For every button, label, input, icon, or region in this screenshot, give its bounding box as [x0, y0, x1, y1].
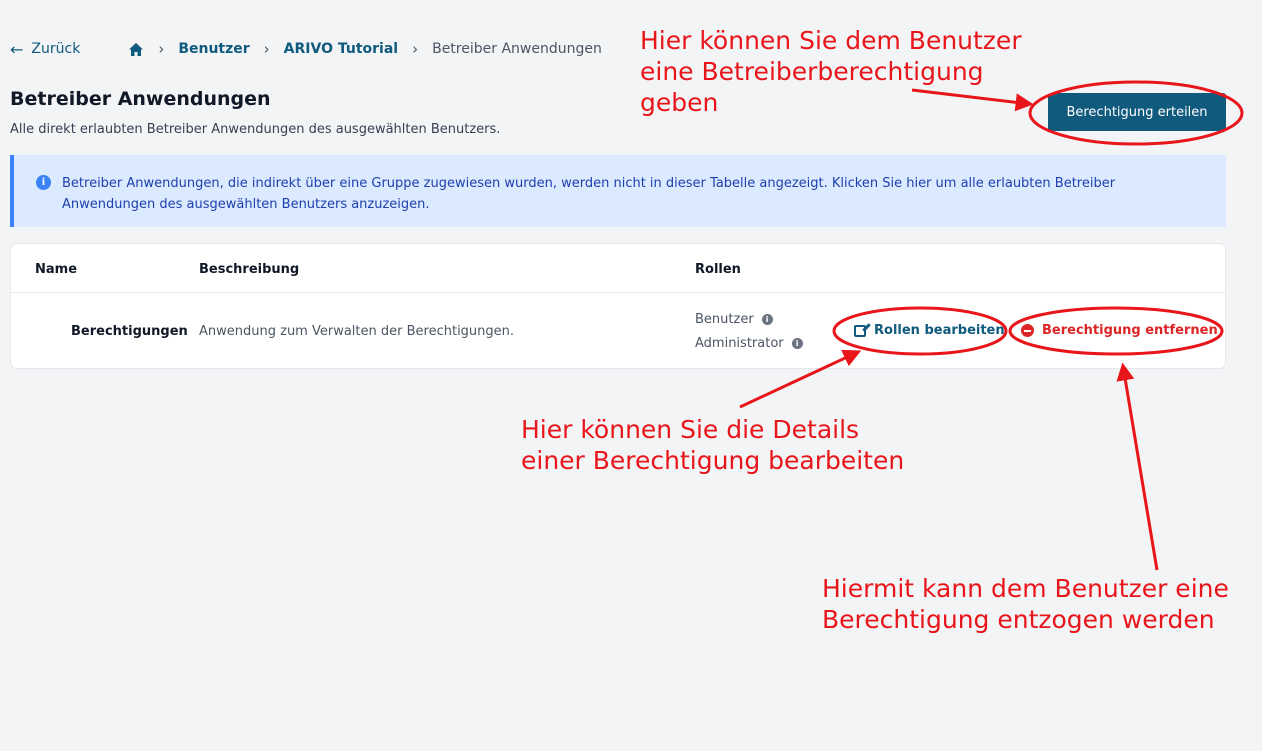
annotation-edit: Hier können Sie die Details einer Berech…: [521, 414, 904, 476]
annotation-line: einer Berechtigung bearbeiten: [521, 446, 905, 475]
highlight-ellipse-edit: [832, 306, 1008, 356]
annotation-line: Hier können Sie die Details: [521, 415, 860, 444]
annotation-line: eine Betreiberberechtigung: [640, 57, 984, 86]
annotation-grant: Hier können Sie dem Benutzer eine Betrei…: [640, 25, 1022, 118]
annotation-line: Berechtigung entzogen werden: [822, 605, 1215, 634]
annotation-arrow-remove: [1116, 362, 1159, 571]
annotation-overlay: [739, 80, 1244, 571]
annotation-line: Hier können Sie dem Benutzer: [640, 26, 1022, 55]
highlight-ellipse-grant: [1028, 80, 1244, 146]
highlight-ellipse-remove: [1008, 306, 1224, 356]
annotation-arrow-edit: [739, 349, 862, 409]
annotation-remove: Hiermit kann dem Benutzer eine Berechtig…: [822, 573, 1229, 635]
annotation-line: Hiermit kann dem Benutzer eine: [822, 574, 1229, 603]
annotation-line: geben: [640, 88, 719, 117]
